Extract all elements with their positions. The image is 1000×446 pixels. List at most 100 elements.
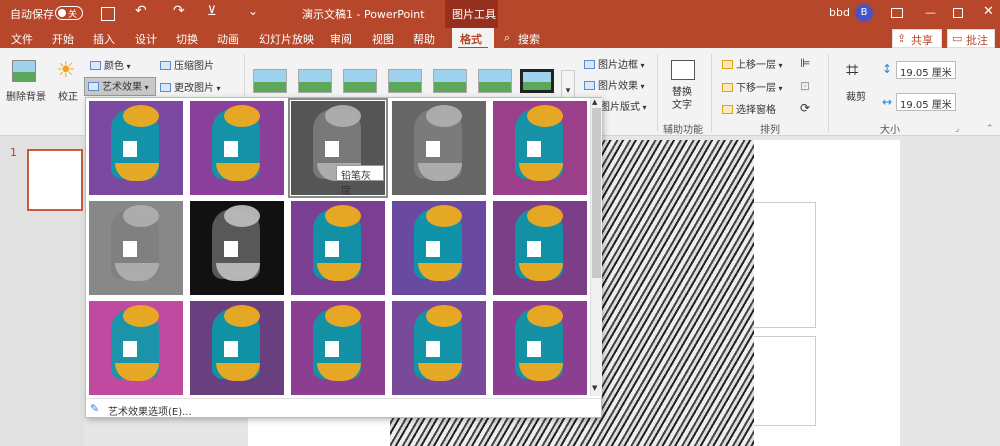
selection-pane-icon — [722, 105, 733, 114]
redo-icon[interactable]: ↷ — [173, 3, 185, 19]
picture-layout-button[interactable]: 图片版式 ▾ — [600, 98, 654, 114]
search-label[interactable]: 搜索 — [518, 31, 540, 47]
bring-forward-button[interactable]: 上移一层 ▾ — [722, 56, 792, 72]
rotate-icon[interactable]: ⟳ — [800, 101, 810, 115]
minimize-icon[interactable]: — — [925, 6, 936, 19]
tab-help[interactable]: 帮助 — [413, 31, 435, 47]
effect-preview-shape — [224, 105, 260, 127]
align-icon[interactable]: ⊫ — [800, 56, 810, 70]
artistic-effects-label: 艺术效果 — [102, 82, 142, 93]
artistic-effect-option[interactable] — [492, 100, 588, 196]
gallery-scrollbar[interactable]: ▲ ▼ — [590, 98, 602, 396]
change-picture-button[interactable]: 更改图片 ▾ — [160, 79, 230, 95]
close-icon[interactable]: ✕ — [983, 4, 994, 19]
share-icon: ⇪ — [897, 32, 907, 45]
comment-icon: ▭ — [952, 32, 963, 45]
artistic-effect-option[interactable] — [290, 200, 386, 296]
restore-icon[interactable] — [953, 8, 963, 18]
artistic-effect-option[interactable] — [391, 100, 487, 196]
autosave-state: 关 — [68, 10, 78, 20]
group-objects-icon[interactable]: ⊡ — [800, 79, 810, 93]
remove-background-button[interactable]: 删除背景 — [6, 58, 46, 120]
effect-preview-shape — [325, 341, 339, 357]
picture-style-3[interactable] — [343, 69, 377, 93]
tab-insert[interactable]: 插入 — [93, 31, 115, 47]
avatar[interactable]: B — [855, 4, 873, 22]
picture-border-icon — [584, 60, 595, 69]
search-icon[interactable]: ⌕ — [504, 31, 510, 45]
artistic-effect-option[interactable] — [492, 200, 588, 296]
picture-style-4[interactable] — [388, 69, 422, 93]
tab-home[interactable]: 开始 — [52, 31, 74, 47]
ribbon-display-icon[interactable] — [891, 8, 903, 18]
collapse-ribbon-icon[interactable]: ⌃ — [986, 124, 994, 134]
customize-toolbar-icon[interactable]: ⌄ — [248, 4, 258, 18]
group-separator — [828, 54, 829, 132]
tab-animations[interactable]: 动画 — [217, 31, 239, 47]
tab-slideshow[interactable]: 幻灯片放映 — [259, 31, 314, 47]
artistic-options-item[interactable]: ✎ 艺术效果选项(E)... — [86, 398, 601, 418]
tab-file[interactable]: 文件 — [11, 31, 33, 47]
picture-style-1[interactable] — [253, 69, 287, 93]
effect-preview-shape — [325, 105, 361, 127]
comments-button[interactable]: ▭ 批注 — [947, 29, 995, 48]
corrections-button[interactable]: ☀ 校正 — [52, 58, 84, 120]
effect-preview-shape — [123, 205, 159, 227]
present-icon[interactable]: ⊻ — [207, 4, 217, 19]
scroll-up-icon[interactable]: ▲ — [592, 98, 597, 106]
effect-preview-shape — [527, 205, 563, 227]
send-backward-icon — [722, 83, 733, 92]
picture-effects-button[interactable]: 图片效果 ▾ — [584, 77, 654, 93]
artistic-effect-option[interactable] — [391, 200, 487, 296]
artistic-options-label: 艺术效果选项(E)... — [108, 407, 192, 418]
selection-pane-button[interactable]: 选择窗格 — [722, 101, 792, 117]
artistic-effect-option[interactable] — [88, 200, 184, 296]
save-icon[interactable] — [101, 7, 115, 21]
tab-design[interactable]: 设计 — [135, 31, 157, 47]
tab-review[interactable]: 审阅 — [330, 31, 352, 47]
corrections-label: 校正 — [58, 92, 78, 103]
artistic-effect-option[interactable] — [492, 300, 588, 396]
picture-style-2[interactable] — [298, 69, 332, 93]
picture-style-7[interactable] — [520, 69, 554, 93]
group-separator — [711, 54, 712, 132]
artistic-effect-option[interactable] — [88, 100, 184, 196]
picture-style-5[interactable] — [433, 69, 467, 93]
artistic-effect-option[interactable] — [189, 200, 285, 296]
artistic-effect-option[interactable] — [88, 300, 184, 396]
tab-transitions[interactable]: 切换 — [176, 31, 198, 47]
tab-view[interactable]: 视图 — [372, 31, 394, 47]
scroll-down-icon[interactable]: ▼ — [592, 384, 597, 392]
scroll-thumb[interactable] — [592, 108, 601, 278]
effect-preview-shape — [426, 305, 462, 327]
effect-preview-shape — [527, 305, 563, 327]
crop-button[interactable]: ⌗ 裁剪 — [842, 58, 872, 120]
picture-layout-label: 图片版式 — [600, 102, 640, 113]
selection-pane-label: 选择窗格 — [736, 105, 776, 116]
effect-preview-shape — [527, 241, 541, 257]
color-button[interactable]: 颜色 ▾ — [90, 57, 150, 73]
tab-format[interactable]: 格式 — [452, 28, 494, 50]
send-backward-button[interactable]: 下移一层 ▾ — [722, 79, 792, 95]
height-input[interactable]: 19.05 厘米 — [896, 61, 956, 79]
crop-icon: ⌗ — [846, 58, 859, 83]
picture-border-button[interactable]: 图片边框 ▾ — [584, 56, 654, 72]
size-dialog-launcher-icon[interactable]: ⌟ — [955, 124, 959, 134]
compress-pictures-button[interactable]: 压缩图片 — [160, 57, 230, 73]
width-input[interactable]: 19.05 厘米 — [896, 93, 956, 111]
accessibility-group-label: 辅助功能 — [663, 125, 703, 136]
alt-text-button[interactable]: 替换 文字 — [668, 58, 698, 120]
artistic-effect-option[interactable] — [290, 300, 386, 396]
autosave-toggle[interactable]: 关 — [55, 6, 83, 20]
remove-background-icon — [12, 60, 36, 82]
bring-forward-label: 上移一层 — [736, 60, 776, 71]
slide-thumbnail[interactable] — [27, 149, 83, 211]
undo-icon[interactable]: ↶ — [135, 3, 147, 19]
share-button[interactable]: ⇪ 共享 — [892, 29, 942, 48]
artistic-effect-option[interactable] — [189, 100, 285, 196]
artistic-effect-option[interactable] — [189, 300, 285, 396]
picture-style-6[interactable] — [478, 69, 512, 93]
artistic-effect-option[interactable] — [391, 300, 487, 396]
artistic-effects-button[interactable]: 艺术效果 ▾ — [84, 77, 156, 96]
artistic-effect-option[interactable] — [288, 98, 388, 198]
